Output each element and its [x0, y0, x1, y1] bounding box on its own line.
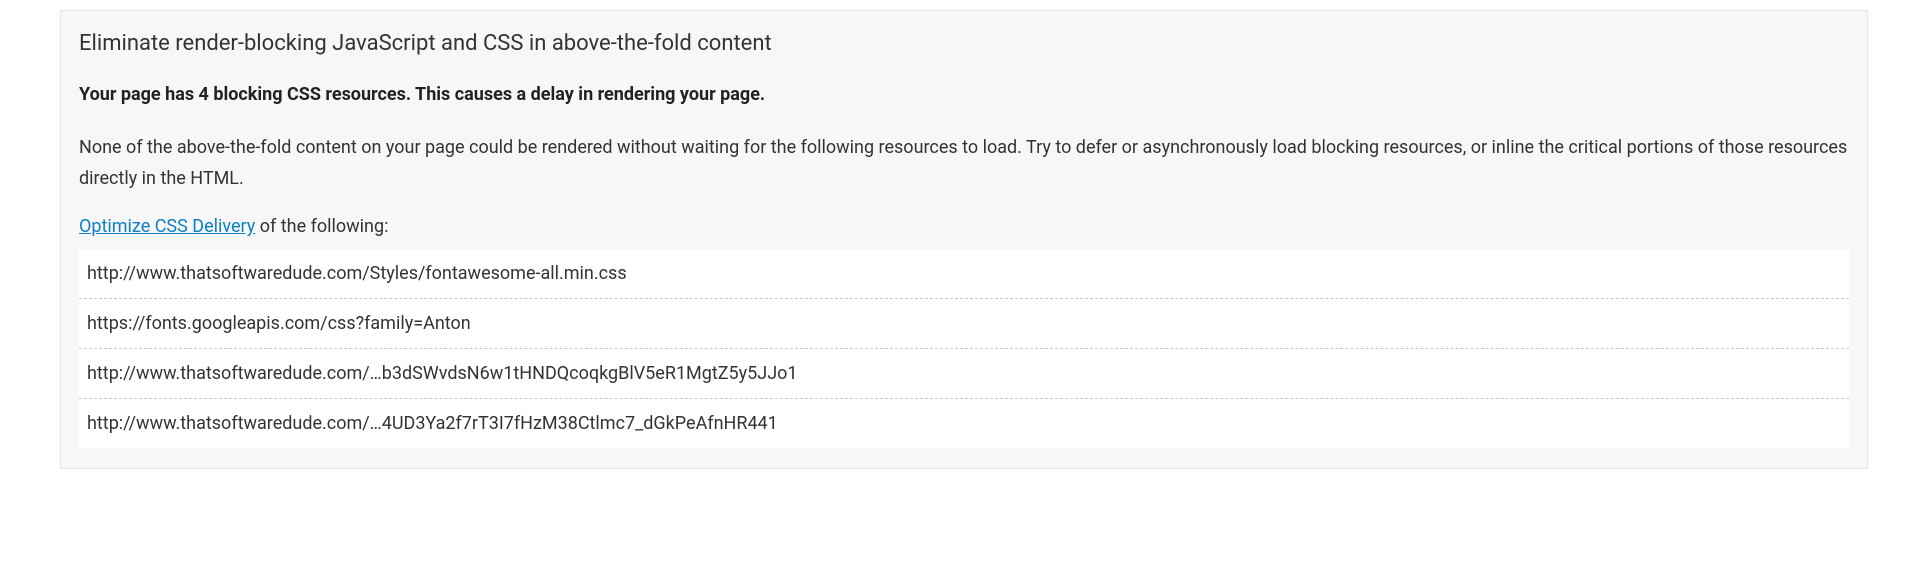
resource-item: http://www.thatsoftwaredude.com/…b3dSWvd…	[79, 349, 1849, 399]
optimize-suffix: of the following:	[255, 216, 388, 237]
audit-subtitle: Your page has 4 blocking CSS resources. …	[79, 84, 1849, 105]
resource-list: http://www.thatsoftwaredude.com/Styles/f…	[79, 249, 1849, 448]
resource-item: http://www.thatsoftwaredude.com/…4UD3Ya2…	[79, 399, 1849, 448]
audit-description: None of the above-the-fold content on yo…	[79, 133, 1849, 194]
optimize-line: Optimize CSS Delivery of the following:	[79, 216, 1849, 237]
resource-item: http://www.thatsoftwaredude.com/Styles/f…	[79, 249, 1849, 299]
optimize-css-link[interactable]: Optimize CSS Delivery	[79, 216, 255, 237]
resource-item: https://fonts.googleapis.com/css?family=…	[79, 299, 1849, 349]
audit-panel: Eliminate render-blocking JavaScript and…	[60, 10, 1868, 469]
audit-title: Eliminate render-blocking JavaScript and…	[79, 31, 1849, 56]
